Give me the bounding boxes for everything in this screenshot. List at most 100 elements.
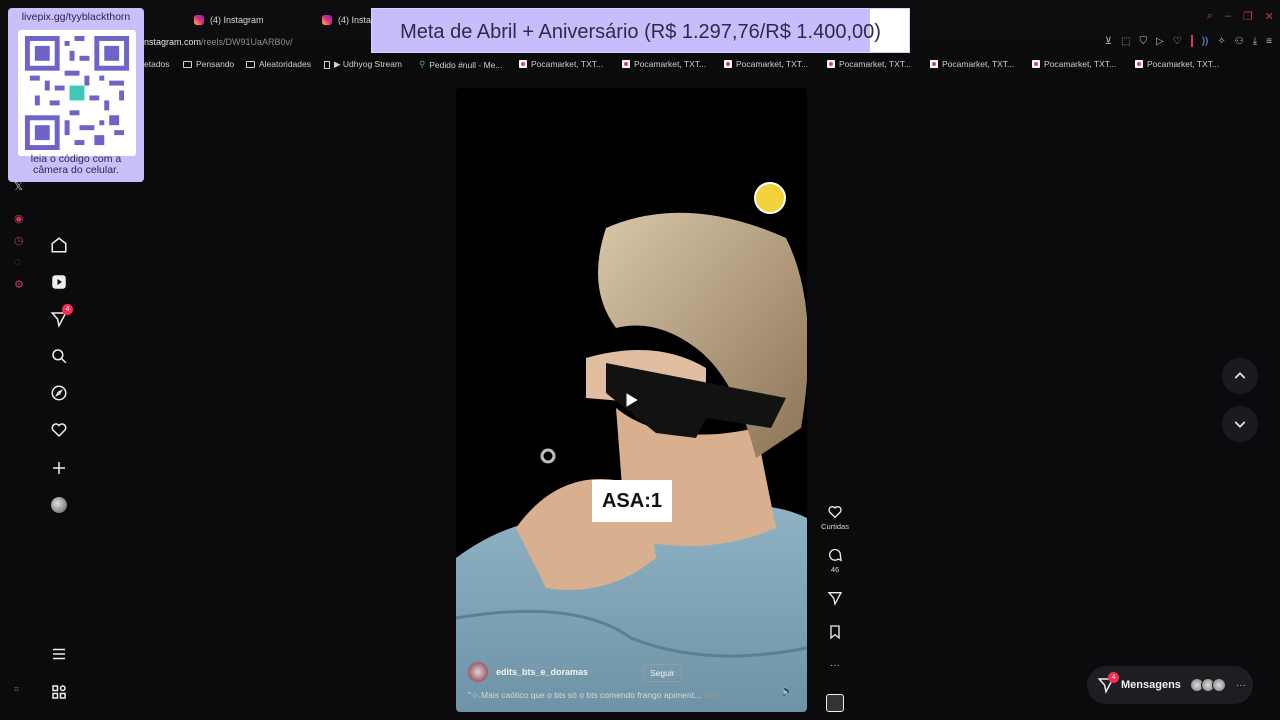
extensions-icon[interactable]: ✧: [1217, 36, 1225, 47]
reel-video[interactable]: ASA:1 edits_bts_e_doramas Seguir "☆.Mais…: [456, 88, 807, 712]
history-icon[interactable]: ◷: [14, 234, 24, 247]
chevron-down-icon: [1234, 421, 1246, 428]
bookmark-label: Pocamarket, TXT...: [634, 59, 707, 69]
pin-icon[interactable]: ⊻: [1105, 36, 1112, 47]
previous-reel-button[interactable]: [1222, 358, 1258, 394]
toolbar-divider: [1190, 35, 1193, 47]
messages-label: Mensagens: [1121, 679, 1181, 691]
like-button[interactable]: Curtidas: [820, 504, 850, 531]
instagram-icon: [322, 15, 332, 25]
messages-button[interactable]: 4 Mensagens ···: [1087, 666, 1253, 704]
save-button[interactable]: [820, 624, 850, 642]
direct-messages-icon: 4: [1097, 672, 1119, 694]
minimize-icon[interactable]: –: [1225, 10, 1231, 23]
bookmark-label: Aleatoridades: [259, 59, 311, 69]
messages-badge: 4: [1108, 672, 1119, 683]
more-options-button[interactable]: ···: [820, 660, 850, 671]
comments-count: 46: [830, 565, 840, 574]
window-controls: ⌕ – ❐ ✕: [1207, 10, 1274, 23]
comment-icon: [829, 548, 842, 562]
reel-video-frame: [456, 198, 807, 712]
tab-instagram-1[interactable]: (4) Instagram: [194, 12, 264, 28]
play-icon[interactable]: [622, 391, 640, 409]
heart-icon[interactable]: ♡: [1173, 36, 1182, 47]
instagram-icon: [194, 15, 204, 25]
send-icon: [827, 592, 843, 606]
bookmark-item[interactable]: Pocamarket, TXT...: [519, 59, 603, 69]
menu-icon[interactable]: ≡: [1266, 36, 1272, 47]
more-options-icon: ···: [830, 660, 840, 671]
home-icon[interactable]: [48, 234, 70, 256]
follow-button[interactable]: Seguir: [643, 664, 682, 682]
audio-thumbnail[interactable]: [826, 694, 844, 712]
pocamarket-icon: [1032, 60, 1040, 68]
bookmark-item[interactable]: Pocamarket, TXT...: [1135, 59, 1219, 69]
bookmark-folder[interactable]: Aleatoridades: [246, 59, 311, 69]
tab-instagram-2[interactable]: (4) Instag: [322, 12, 376, 28]
bookmark-item[interactable]: ⚲ Pedido #null - Me...: [419, 59, 502, 70]
caption-more-link[interactable]: mais: [704, 690, 722, 700]
chat-icon[interactable]: ◌: [14, 256, 21, 268]
bookmark-label: Pocamarket, TXT...: [1147, 59, 1220, 69]
bookmark-label: ▶ Udhyog Stream: [334, 59, 402, 69]
bookmark-item[interactable]: Pocamarket, TXT...: [1032, 59, 1116, 69]
recent-contacts: [1189, 678, 1226, 692]
bookmark-item[interactable]: Pocamarket, TXT...: [827, 59, 911, 69]
close-icon[interactable]: ✕: [1265, 10, 1274, 23]
create-icon[interactable]: [48, 457, 70, 479]
apps-icon[interactable]: [48, 681, 70, 703]
author-username[interactable]: edits_bts_e_doramas: [496, 667, 588, 677]
browser-toolbar: ⊻ ⬚ ⛉ ▷ ♡ )) ✧ ⚇ ⤓ ≡: [1105, 35, 1272, 47]
bookmark-item[interactable]: Pocamarket, TXT...: [724, 59, 808, 69]
tab-label: (4) Instagram: [210, 15, 264, 25]
next-reel-button[interactable]: [1222, 406, 1258, 442]
bookmark-label: Pocamarket, TXT...: [531, 59, 604, 69]
bookmark-label: etados: [144, 59, 170, 69]
qr-code: [18, 30, 136, 156]
explore-icon[interactable]: [48, 382, 70, 404]
url-path: /reels/DW91UaARB0v/: [201, 37, 293, 47]
goal-text: Meta de Abril + Aniversário (R$ 1.297,76…: [400, 21, 881, 43]
channel-logo-icon: [754, 182, 786, 214]
bookmark-item[interactable]: etados: [144, 59, 170, 69]
settings-icon[interactable]: ⚙: [14, 278, 24, 291]
bookmark-item[interactable]: ▶ Udhyog Stream: [324, 59, 402, 70]
screenshot-icon[interactable]: ⬚: [1121, 36, 1130, 47]
search-icon[interactable]: [48, 345, 70, 367]
restore-icon[interactable]: ❐: [1243, 10, 1253, 23]
volume-icon[interactable]: 🔈: [781, 686, 793, 697]
donation-goal-bar: Meta de Abril + Aniversário (R$ 1.297,76…: [371, 8, 910, 53]
bookmark-item[interactable]: Pocamarket, TXT...: [622, 59, 706, 69]
pocamarket-icon: [724, 60, 732, 68]
download-icon[interactable]: ⤓: [1253, 36, 1257, 47]
record-icon[interactable]: ◉: [14, 212, 24, 225]
bookmark-item[interactable]: Pocamarket, TXT...: [930, 59, 1014, 69]
pocamarket-icon: [930, 60, 938, 68]
more-icon: ···: [1235, 679, 1246, 691]
reel-caption[interactable]: "☆.Mais caótico que o bts só o bts comen…: [468, 690, 722, 701]
search-icon[interactable]: ⌕: [1207, 10, 1213, 23]
reel-author[interactable]: edits_bts_e_doramas: [468, 662, 588, 682]
profile-avatar[interactable]: [48, 494, 70, 516]
hashtag-icon[interactable]: ⌗: [14, 684, 19, 695]
folder-icon: [183, 60, 192, 68]
more-menu-icon[interactable]: [48, 643, 70, 665]
direct-messages-icon[interactable]: 4: [48, 304, 73, 330]
play-icon[interactable]: ▷: [1156, 36, 1164, 47]
qr-caption-line: câmera do celular.: [33, 164, 119, 176]
comment-button[interactable]: 46: [820, 547, 850, 574]
reels-icon[interactable]: [48, 271, 70, 293]
pocamarket-icon: [622, 60, 630, 68]
profile-icon[interactable]: ⚇: [1235, 36, 1244, 47]
qr-code-card: livepix.gg/tyyblackthorn leia o código c…: [8, 8, 144, 182]
bookmark-label: Pocamarket, TXT...: [942, 59, 1015, 69]
notifications-heart-icon[interactable]: [48, 419, 70, 441]
shield-icon[interactable]: ⛉: [1140, 36, 1148, 47]
audio-icon[interactable]: )): [1202, 36, 1209, 47]
bookmarks-bar: etados Pensando Aleatoridades ▶ Udhyog S…: [0, 56, 1280, 72]
qr-handle: livepix.gg/tyyblackthorn: [21, 11, 131, 23]
share-button[interactable]: [820, 590, 850, 608]
url-text[interactable]: nstagram.com/reels/DW91UaARB0v/: [144, 37, 293, 47]
url-host: nstagram.com: [144, 37, 202, 47]
bookmark-folder[interactable]: Pensando: [183, 59, 234, 69]
